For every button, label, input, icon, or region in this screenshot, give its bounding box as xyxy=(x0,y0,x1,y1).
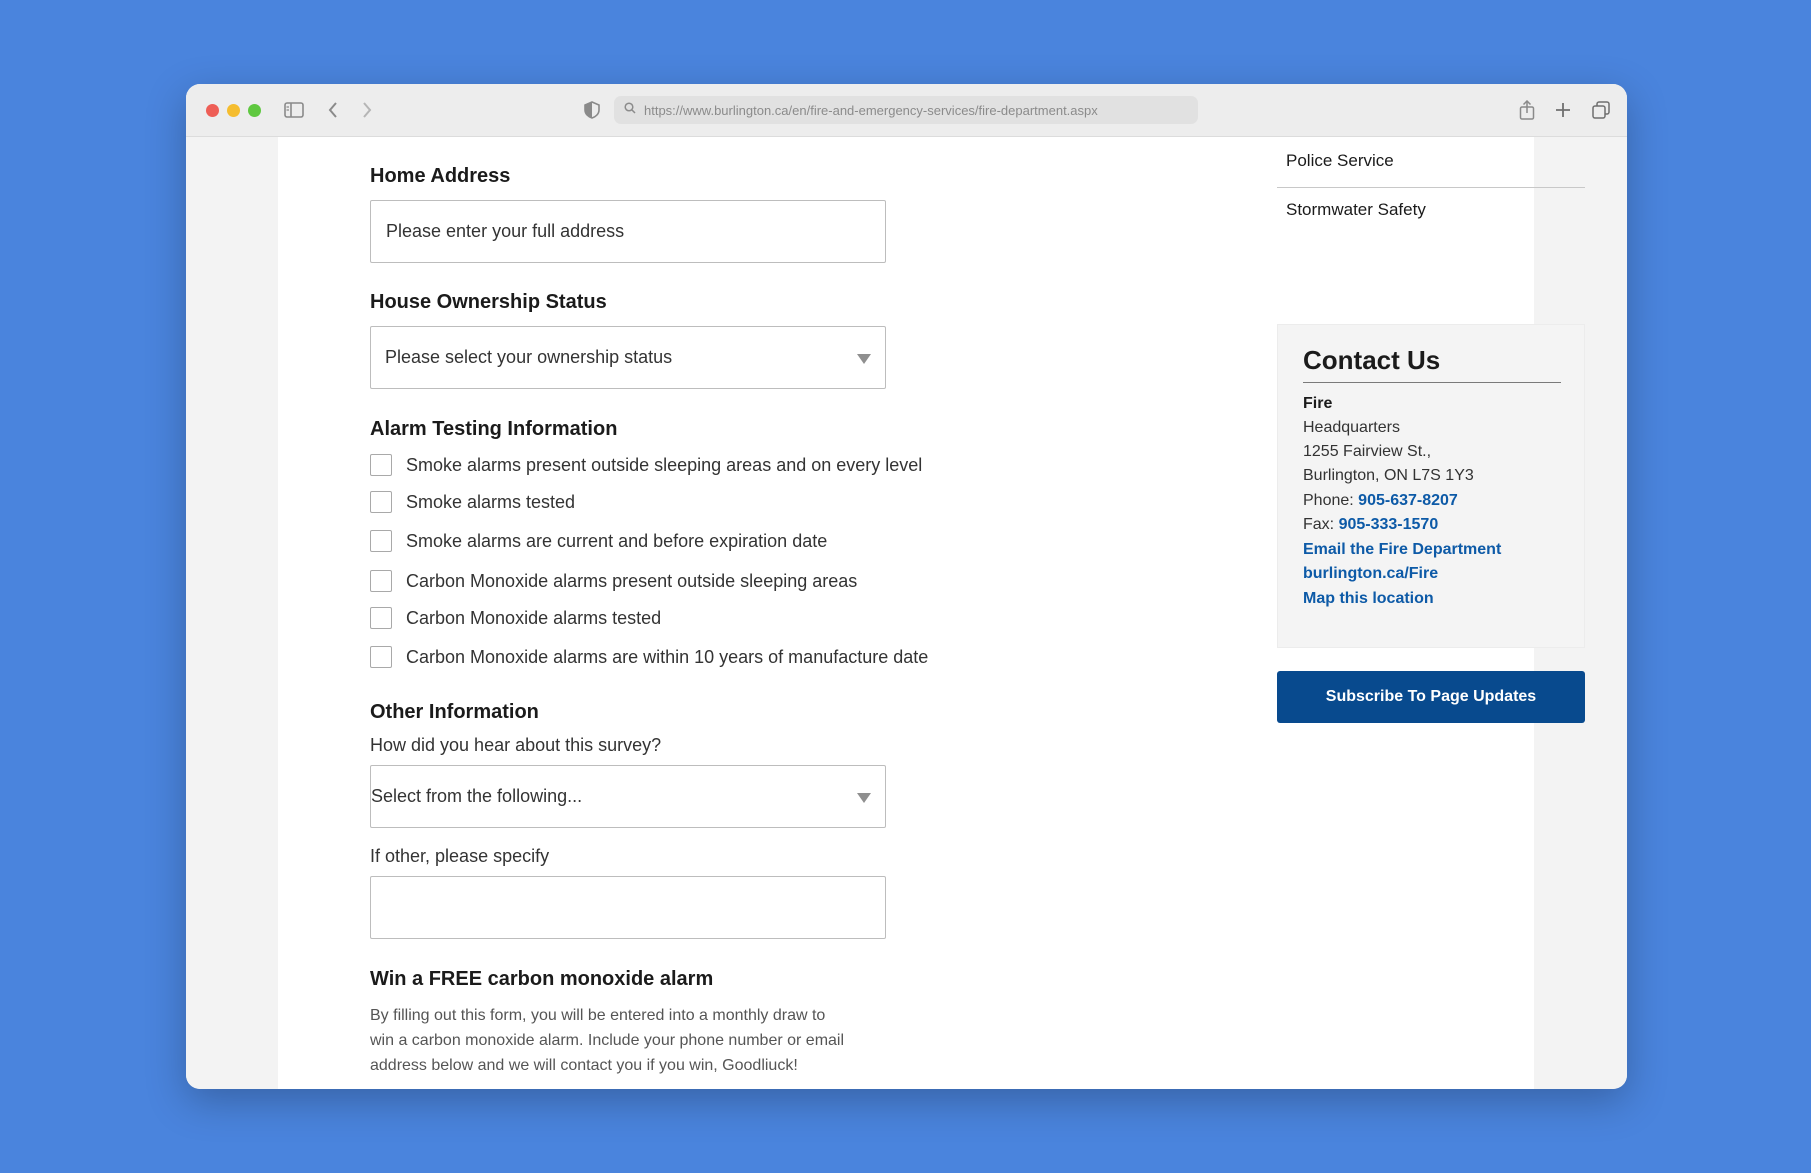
page-viewport: Home Address Please enter your full addr… xyxy=(186,137,1627,1089)
website-link[interactable]: burlington.ca/Fire xyxy=(1303,565,1438,583)
checkbox-label: Smoke alarms present outside sleeping ar… xyxy=(406,454,923,475)
checkbox-label: Carbon Monoxide alarms present outside s… xyxy=(406,570,858,591)
win-section-title: Win a FREE carbon monoxide alarm xyxy=(370,968,714,990)
alarm-checkbox-row[interactable]: Carbon Monoxide alarms are within 10 yea… xyxy=(370,646,928,668)
hear-about-select[interactable]: Select from the following... xyxy=(370,765,886,828)
contact-card: Contact Us Fire Headquarters 1255 Fairvi… xyxy=(1277,324,1585,648)
home-address-label: Home Address xyxy=(370,165,511,187)
minimize-window-button[interactable] xyxy=(227,104,240,117)
share-icon[interactable] xyxy=(1516,97,1538,123)
subscribe-button[interactable]: Subscribe To Page Updates xyxy=(1277,671,1585,723)
tab-overview-icon[interactable] xyxy=(1590,97,1612,123)
checkbox[interactable] xyxy=(370,454,392,476)
email-fire-link[interactable]: Email the Fire Department xyxy=(1303,541,1501,559)
specify-input[interactable] xyxy=(370,876,886,939)
phone-link[interactable]: 905-637-8207 xyxy=(1358,492,1458,509)
alarm-section-title: Alarm Testing Information xyxy=(370,418,618,440)
ownership-label: House Ownership Status xyxy=(370,291,607,313)
alarm-checkbox-row[interactable]: Smoke alarms present outside sleeping ar… xyxy=(370,454,922,476)
ownership-select[interactable]: Please select your ownership status xyxy=(370,326,886,389)
sidebar-link-stormwater[interactable]: Stormwater Safety xyxy=(1286,200,1426,220)
contact-fax-row: Fax: 905-333-1570 xyxy=(1303,516,1438,534)
other-section-title: Other Information xyxy=(370,701,539,723)
checkbox[interactable] xyxy=(370,646,392,668)
chevron-down-icon xyxy=(857,354,871,364)
contact-department: Fire xyxy=(1303,395,1333,412)
specify-label: If other, please specify xyxy=(370,846,550,866)
zoom-window-button[interactable] xyxy=(248,104,261,117)
checkbox[interactable] xyxy=(370,530,392,552)
contact-line: 1255 Fairview St., xyxy=(1303,443,1432,460)
search-icon xyxy=(624,101,636,119)
phone-label: Phone: xyxy=(1303,492,1354,509)
url-text: https://www.burlington.ca/en/fire-and-em… xyxy=(644,102,1098,118)
contact-line: Burlington, ON L7S 1Y3 xyxy=(1303,467,1474,484)
checkbox[interactable] xyxy=(370,570,392,592)
address-bar[interactable]: https://www.burlington.ca/en/fire-and-em… xyxy=(614,96,1198,124)
alarm-checkbox-row[interactable]: Smoke alarms tested xyxy=(370,491,575,513)
checkbox[interactable] xyxy=(370,491,392,513)
close-window-button[interactable] xyxy=(206,104,219,117)
contact-title: Contact Us xyxy=(1303,345,1441,375)
checkbox-label: Smoke alarms tested xyxy=(406,491,576,512)
checkbox-label: Carbon Monoxide alarms tested xyxy=(406,607,662,628)
alarm-checkbox-row[interactable]: Carbon Monoxide alarms present outside s… xyxy=(370,570,857,592)
privacy-shield-icon[interactable] xyxy=(582,97,602,123)
sidebar-divider xyxy=(1277,187,1585,188)
sidebar-link-police[interactable]: Police Service xyxy=(1286,151,1394,171)
alarm-checkbox-row[interactable]: Smoke alarms are current and before expi… xyxy=(370,530,827,552)
checkbox-label: Smoke alarms are current and before expi… xyxy=(406,530,828,551)
new-tab-icon[interactable] xyxy=(1552,97,1574,123)
checkbox[interactable] xyxy=(370,607,392,629)
win-description: By filling out this form, you will be en… xyxy=(370,1007,845,1074)
checkbox-label: Carbon Monoxide alarms are within 10 yea… xyxy=(406,646,929,667)
fax-label: Fax: xyxy=(1303,516,1335,533)
home-address-input[interactable]: Please enter your full address xyxy=(370,200,886,263)
contact-line: Headquarters xyxy=(1303,419,1400,436)
browser-toolbar: https://www.burlington.ca/en/fire-and-em… xyxy=(186,84,1627,137)
home-address-placeholder: Please enter your full address xyxy=(386,221,625,241)
hear-about-label: How did you hear about this survey? xyxy=(370,735,662,755)
sidebar-toggle-icon[interactable] xyxy=(282,97,306,123)
alarm-checkbox-row[interactable]: Carbon Monoxide alarms tested xyxy=(370,607,661,629)
contact-phone-row: Phone: 905-637-8207 xyxy=(1303,492,1458,510)
back-icon[interactable] xyxy=(322,97,344,123)
browser-window: https://www.burlington.ca/en/fire-and-em… xyxy=(186,84,1627,1089)
hear-about-selected-value: Select from the following... xyxy=(371,786,583,806)
page-content: Home Address Please enter your full addr… xyxy=(278,137,1585,1089)
map-location-link[interactable]: Map this location xyxy=(1303,590,1434,608)
ownership-selected-value: Please select your ownership status xyxy=(385,347,673,367)
contact-divider xyxy=(1303,382,1561,383)
fax-link[interactable]: 905-333-1570 xyxy=(1339,516,1439,533)
forward-icon[interactable] xyxy=(356,97,378,123)
chevron-down-icon xyxy=(857,793,871,803)
